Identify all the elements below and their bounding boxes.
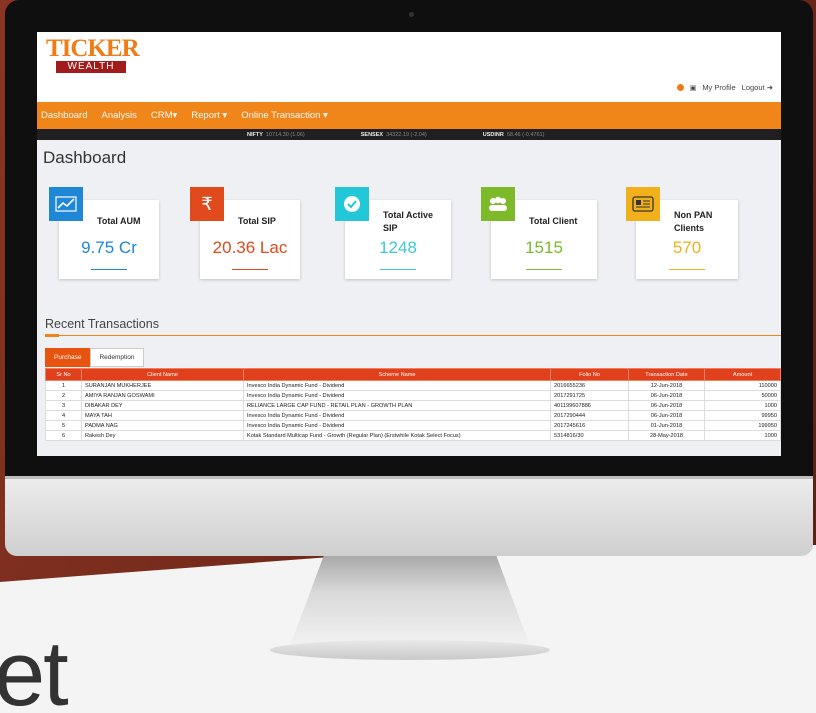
card-value: 1515 <box>525 238 563 257</box>
app-screen: TICKER WEALTH ▣ My Profile Logout ➜ Dash… <box>37 32 781 456</box>
header: TICKER WEALTH ▣ My Profile Logout ➜ <box>37 32 781 102</box>
table-row[interactable]: 1 SURANJAN MUKHERJEE Invesco India Dynamic… <box>45 380 781 391</box>
nav-crm[interactable]: CRM▾ <box>151 110 177 121</box>
card-total-active-sip[interactable]: Total Active SIP 1248 <box>335 187 451 279</box>
monitor-foot <box>270 640 550 660</box>
transaction-tabs: Purchase Redemption <box>45 348 144 367</box>
main-nav: Dashboard Analysis CRM▾ Report ▾ Online … <box>37 102 781 129</box>
monitor-chin <box>5 476 813 556</box>
card-value: 1248 <box>379 238 417 257</box>
table-row[interactable]: 5 PADMA NAG Invesco India Dynamic Fund - D… <box>45 420 781 431</box>
card-value: 20.36 Lac <box>212 238 288 257</box>
transactions-table: Sr No Client Name Scheme Name Folio No T… <box>45 368 781 441</box>
check-circle-icon <box>335 187 369 221</box>
id-card-icon <box>626 187 660 221</box>
card-non-pan-clients[interactable]: Non PAN Clients 570 <box>626 187 738 279</box>
avatar-icon[interactable] <box>676 84 684 91</box>
card-value: 9.75 Cr <box>81 238 137 257</box>
col-amount[interactable]: Amount <box>704 368 781 381</box>
camera-dot <box>409 12 414 17</box>
ticker-wealth-logo[interactable]: TICKER WEALTH <box>46 35 140 75</box>
col-client-name[interactable]: Client Name <box>81 368 244 381</box>
profile-icon: ▣ <box>689 84 697 92</box>
page-title: Dashboard <box>43 148 127 167</box>
tab-redemption[interactable]: Redemption <box>90 348 144 367</box>
market-ticker: NIFTY 10714.30 (1.06) SENSEX 34322.19 (-2.… <box>37 129 781 140</box>
logo-text: TICKER <box>46 35 140 62</box>
table-row[interactable]: 3 DIBAKAR DEY RELIANCE LARGE CAP FUND - RE… <box>45 400 781 411</box>
card-title: Non PAN Clients <box>674 210 713 233</box>
card-total-client[interactable]: Total Client 1515 <box>481 187 597 279</box>
nav-analysis[interactable]: Analysis <box>101 110 136 121</box>
col-transaction-date[interactable]: Transaction Date <box>628 368 705 381</box>
card-title: Total Client <box>529 216 578 226</box>
ticker-nifty: NIFTY 10714.30 (1.06) <box>247 131 305 138</box>
table-row[interactable]: 4 MAYA TAH Invesco India Dynamic Fund - Di… <box>45 410 781 421</box>
background-text: et <box>0 623 69 713</box>
card-total-aum[interactable]: Total AUM 9.75 Cr <box>49 187 159 279</box>
tab-purchase[interactable]: Purchase <box>45 348 91 367</box>
ticker-usdinr: USDINR 68.46 (-0.4761) <box>482 131 545 138</box>
card-value: 570 <box>672 238 702 257</box>
chart-trend-icon <box>49 187 83 221</box>
card-total-sip[interactable]: ₹ Total SIP 20.36 Lac <box>190 187 300 279</box>
user-menu: ▣ My Profile Logout ➜ <box>676 83 773 92</box>
nav-online-transaction[interactable]: Online Transaction ▾ <box>241 110 328 121</box>
logo-subtitle: WEALTH <box>56 61 126 73</box>
users-icon <box>481 187 515 221</box>
table-row[interactable]: 6 Rakesh Dey Kotak Standard Multicap Fund … <box>45 430 781 441</box>
my-profile-link[interactable]: My Profile <box>702 83 735 92</box>
nav-dashboard[interactable]: Dashboard <box>41 110 87 121</box>
logout-link[interactable]: Logout ➜ <box>742 83 773 92</box>
card-title: Total SIP <box>238 216 276 226</box>
nav-report[interactable]: Report ▾ <box>191 110 227 121</box>
card-title: Total AUM <box>97 216 141 226</box>
col-sr-no[interactable]: Sr No <box>45 368 82 381</box>
recent-transactions-title: Recent Transactions <box>45 317 159 331</box>
card-title: Total Active SIP <box>383 210 434 233</box>
table-row[interactable]: 2 AMIYA RANJAN GOSWAMI Invesco India Dynam… <box>45 390 781 401</box>
rupee-icon: ₹ <box>190 187 224 221</box>
logout-icon: ➜ <box>766 83 773 92</box>
monitor-stand <box>290 556 530 646</box>
col-scheme-name[interactable]: Scheme Name <box>243 368 551 381</box>
ticker-sensex: SENSEX 34322.19 (-2.04) <box>360 131 427 138</box>
col-folio-no[interactable]: Folio No <box>550 368 629 381</box>
section-divider <box>45 334 781 337</box>
